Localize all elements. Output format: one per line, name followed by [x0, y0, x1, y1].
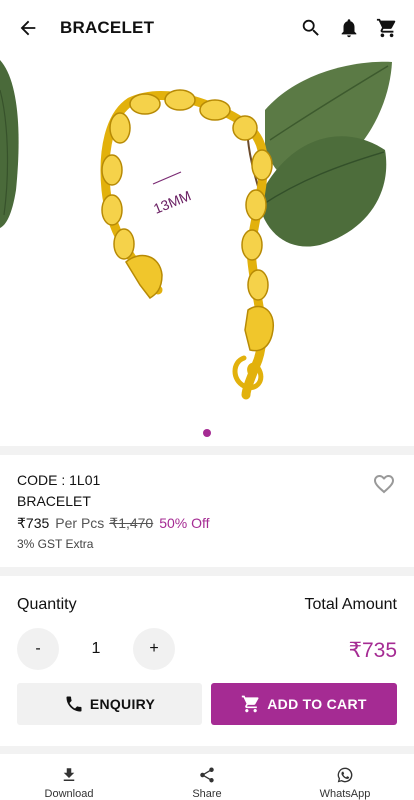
whatsapp-label: WhatsApp: [319, 788, 371, 800]
bell-icon: [341, 19, 357, 38]
whatsapp-icon: [337, 767, 353, 783]
whatsapp-button[interactable]: WhatsApp: [276, 754, 414, 800]
price-row: ₹735 Per Pcs ₹1,470 50% Off: [17, 513, 397, 533]
total-amount: ₹735: [348, 639, 397, 662]
product-name: BRACELET: [17, 493, 91, 509]
product-image: 13MM: [0, 56, 414, 446]
cart-icon: [376, 18, 396, 38]
carousel-indicator: [0, 429, 414, 437]
product-code: CODE : 1L01: [17, 472, 101, 488]
share-icon: [200, 767, 214, 783]
original-price: ₹1,470: [109, 515, 154, 531]
page-title: BRACELET: [60, 18, 155, 37]
increment-button[interactable]: +: [133, 628, 175, 670]
heart-outline-icon: [374, 475, 394, 494]
cart-icon: [242, 695, 259, 713]
total-amount-label: Total Amount: [304, 596, 398, 613]
price-unit: Per Pcs: [55, 515, 105, 531]
bottom-action-bar: Download Share WhatsApp: [0, 754, 414, 800]
back-button[interactable]: [0, 0, 56, 56]
search-icon: [302, 19, 319, 36]
enquiry-button[interactable]: ENQUIRY: [17, 683, 202, 725]
download-button[interactable]: Download: [0, 754, 138, 800]
arrow-back-icon: [20, 20, 36, 36]
tax-note: 3% GST Extra: [17, 537, 94, 551]
carousel-dot-active[interactable]: [203, 429, 211, 437]
app-bar-actions: [292, 0, 406, 56]
enquiry-label: ENQUIRY: [89, 696, 156, 712]
product-detail-screen: BRACELET 13MM CODE: 1L01 BRACELET ₹735 …: [0, 0, 414, 800]
add-to-cart-button[interactable]: ADD TO CART: [211, 683, 397, 725]
download-label: Download: [44, 788, 94, 800]
add-to-cart-label: ADD TO CART: [267, 696, 367, 712]
product-image-carousel[interactable]: 13MM: [0, 56, 414, 446]
product-info-card: CODE : 1L01 BRACELET ₹735 Per Pcs ₹1,470…: [0, 455, 414, 567]
order-card: Quantity Total Amount - 1 + ₹735 ENQUIRY…: [0, 576, 414, 746]
wishlist-button[interactable]: [371, 471, 397, 497]
quantity-value[interactable]: 1: [59, 640, 133, 658]
quantity-stepper: - 1 +: [17, 628, 175, 670]
notifications-button[interactable]: [330, 0, 368, 56]
cart-button[interactable]: [368, 0, 406, 56]
share-label: Share: [192, 788, 222, 800]
quantity-label: Quantity: [17, 596, 77, 613]
share-button[interactable]: Share: [138, 754, 276, 800]
decrement-button[interactable]: -: [17, 628, 59, 670]
download-icon: [63, 768, 75, 781]
discount-badge: 50% Off: [159, 515, 210, 531]
product-price: ₹735: [17, 515, 50, 531]
app-bar: BRACELET: [0, 0, 414, 56]
phone-icon: [66, 696, 82, 712]
search-button[interactable]: [292, 0, 330, 56]
